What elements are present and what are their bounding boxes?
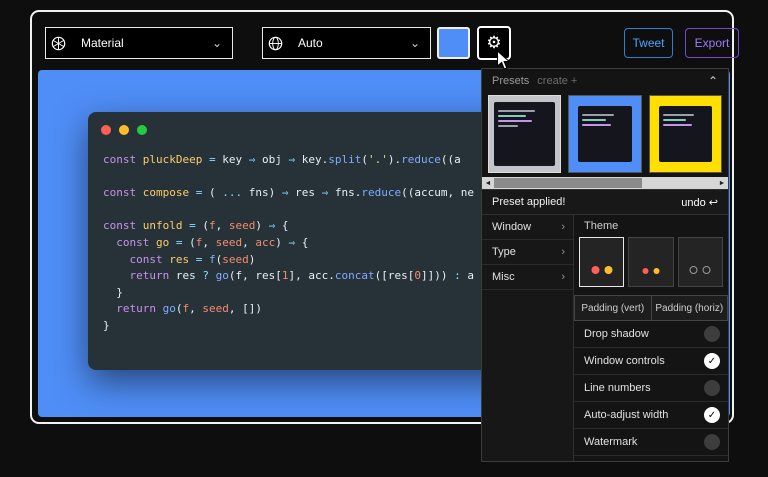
window-theme-options: [574, 237, 728, 287]
toggle-label: Window controls: [584, 355, 665, 367]
padding-vert-button[interactable]: Padding (vert): [574, 295, 652, 321]
preset-mini-window: [578, 106, 631, 162]
menu-item-label: Misc: [492, 271, 515, 283]
preset-mini-window: [659, 106, 712, 162]
chevron-right-icon: ›: [561, 221, 565, 233]
scroll-left-icon[interactable]: ◄: [482, 180, 494, 187]
settings-detail: Theme Padding (vert) Padding (horiz) Dro…: [574, 215, 728, 461]
preset-thumbnails: [488, 95, 722, 173]
language-icon-box: [262, 27, 289, 59]
chevron-down-icon: ⌄: [410, 38, 420, 48]
preset-applied-text: Preset applied!: [492, 196, 565, 208]
line-numbers-toggle[interactable]: [704, 380, 720, 396]
padding-buttons: Padding (vert) Padding (horiz): [574, 295, 728, 321]
presets-scrollbar[interactable]: ◄ ►: [482, 177, 728, 189]
export-button[interactable]: Export: [685, 28, 739, 58]
ring-icon: [703, 266, 711, 274]
menu-item-label: Window: [492, 221, 531, 233]
toggle-row-watermark: Watermark: [574, 429, 728, 456]
language-select-value: Auto: [298, 36, 323, 50]
theme-section-label: Theme: [574, 215, 728, 237]
settings-menu: Window › Type › Misc ›: [482, 215, 574, 461]
padding-horiz-button[interactable]: Padding (horiz): [652, 295, 729, 321]
scrollbar-thumb[interactable]: [494, 178, 642, 188]
window-theme-rounded[interactable]: [579, 237, 624, 287]
tweet-button[interactable]: Tweet: [624, 28, 673, 58]
mouse-cursor-icon: [496, 50, 511, 76]
preset-thumb-2[interactable]: [568, 95, 641, 173]
preset-create-link[interactable]: create +: [537, 75, 577, 87]
toggle-label: Auto-adjust width: [584, 409, 668, 421]
toggle-row-window-controls: Window controls ✓: [574, 348, 728, 375]
theme-select-value: Material: [81, 36, 124, 50]
presets-header: Presets create + ⌃: [482, 69, 728, 93]
maximize-dot-icon: [137, 125, 147, 135]
chevron-right-icon: ›: [561, 246, 565, 258]
toggle-row-line-numbers: Line numbers: [574, 375, 728, 402]
collapse-chevron-icon[interactable]: ⌃: [708, 74, 718, 88]
dot-icon: [642, 268, 648, 274]
language-select[interactable]: Auto ⌄: [288, 27, 431, 59]
auto-adjust-width-toggle[interactable]: ✓: [704, 407, 720, 423]
settings-panel: Presets create + ⌃ ◄ ► Preset applied! u…: [481, 68, 729, 462]
toggle-row-auto-adjust-width: Auto-adjust width ✓: [574, 402, 728, 429]
presets-title: Presets: [492, 75, 529, 87]
window-controls: [101, 125, 147, 135]
drop-shadow-toggle[interactable]: [704, 326, 720, 342]
toggle-label: Drop shadow: [584, 328, 649, 340]
window-theme-sharp[interactable]: [628, 237, 673, 287]
toggle-label: Watermark: [584, 436, 637, 448]
window-theme-outline[interactable]: [678, 237, 723, 287]
menu-item-window[interactable]: Window ›: [482, 215, 573, 240]
theme-icon-box: [45, 27, 72, 59]
ring-icon: [690, 266, 698, 274]
preset-applied-row: Preset applied! undo ↩: [482, 189, 728, 215]
preset-thumb-3[interactable]: [649, 95, 722, 173]
scroll-right-icon[interactable]: ►: [716, 180, 728, 187]
preset-thumb-1[interactable]: [488, 95, 561, 173]
globe-icon: [268, 36, 283, 51]
preset-mini-window: [494, 102, 555, 166]
color-wheel-icon: [51, 36, 66, 51]
dot-icon: [591, 266, 599, 274]
toggle-label: Line numbers: [584, 382, 651, 394]
background-color-swatch[interactable]: [437, 27, 470, 59]
undo-link[interactable]: undo ↩: [681, 196, 718, 209]
toggle-row-drop-shadow: Drop shadow: [574, 321, 728, 348]
chevron-down-icon: ⌄: [212, 38, 222, 48]
dot-icon: [653, 268, 659, 274]
minimize-dot-icon: [119, 125, 129, 135]
close-dot-icon: [101, 125, 111, 135]
chevron-right-icon: ›: [561, 271, 565, 283]
watermark-toggle[interactable]: [704, 434, 720, 450]
menu-item-type[interactable]: Type ›: [482, 240, 573, 265]
window-controls-toggle[interactable]: ✓: [704, 353, 720, 369]
theme-select[interactable]: Material ⌄: [71, 27, 233, 59]
dot-icon: [604, 266, 612, 274]
menu-item-label: Type: [492, 246, 516, 258]
menu-item-misc[interactable]: Misc ›: [482, 265, 573, 290]
